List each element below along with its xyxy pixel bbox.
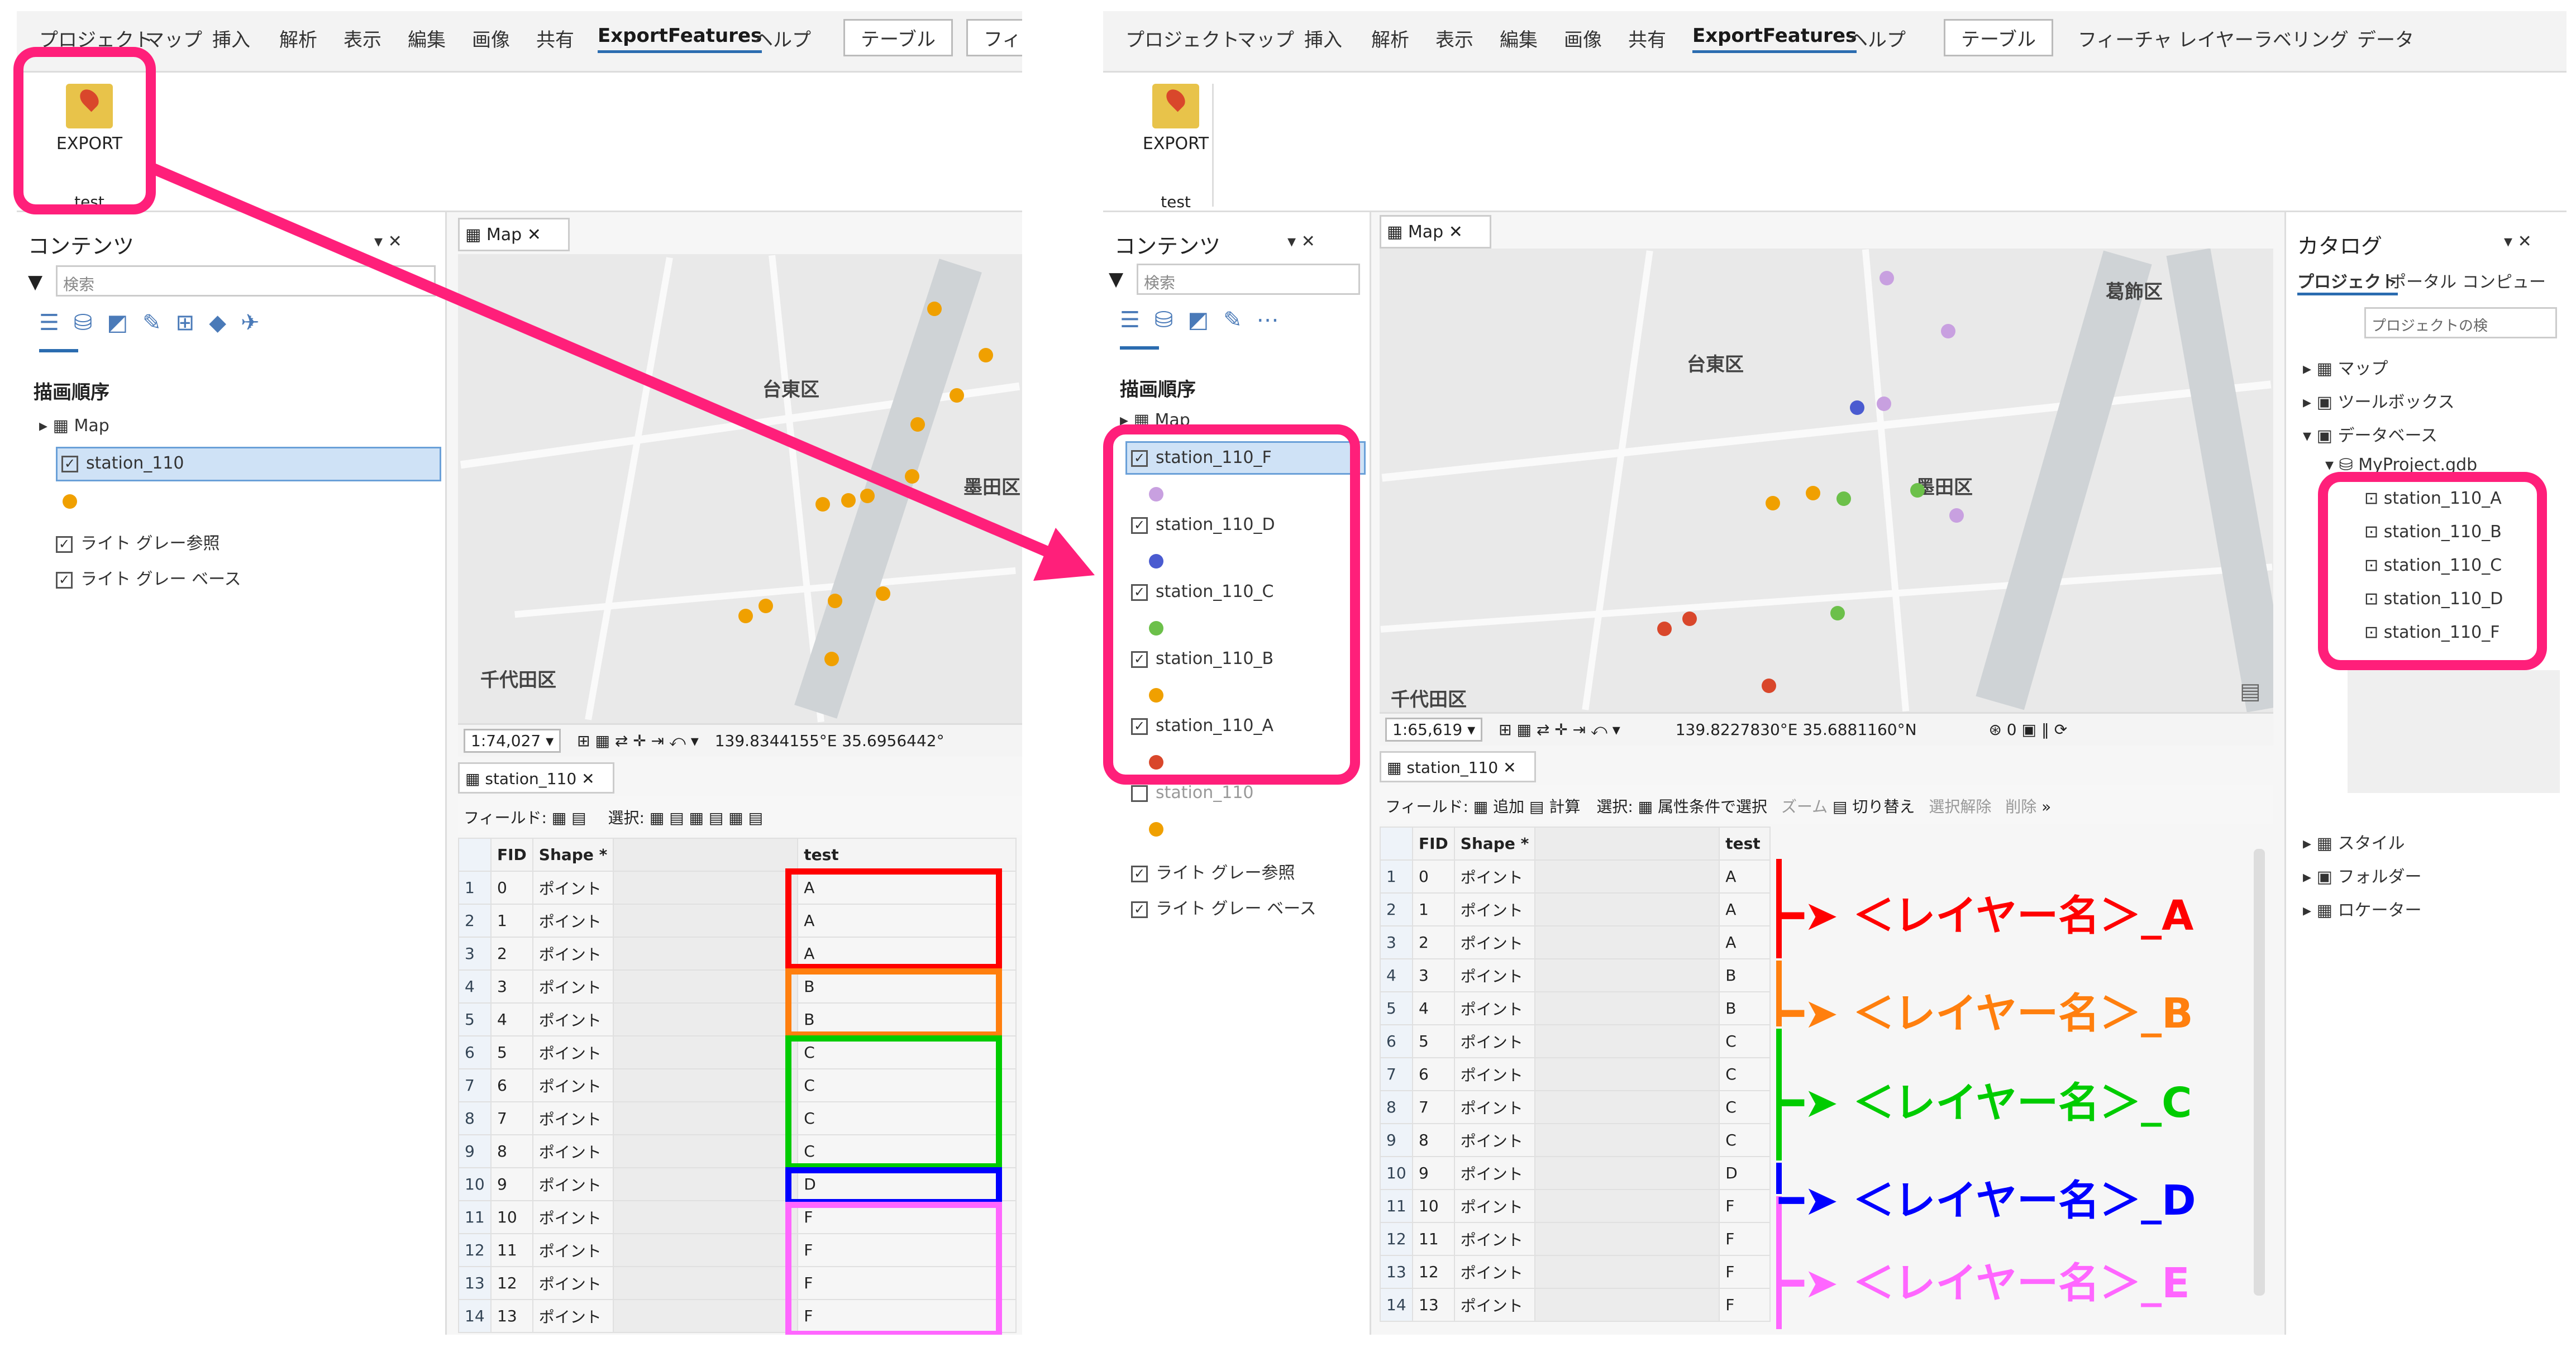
flow-arrow-line [149, 162, 1052, 558]
flow-arrow [149, 162, 1095, 581]
